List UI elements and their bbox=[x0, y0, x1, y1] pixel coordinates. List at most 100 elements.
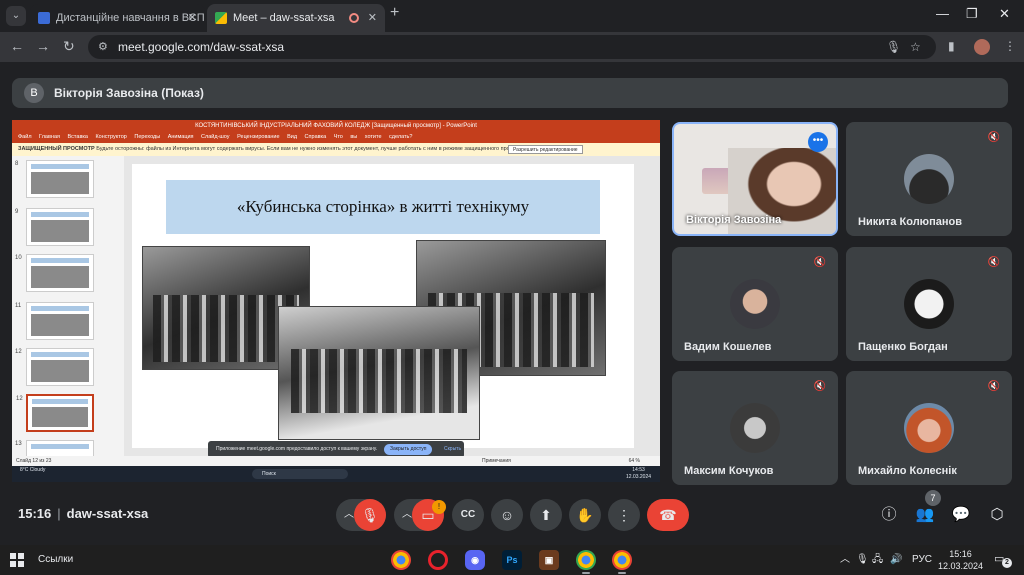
mic-off-button-icon[interactable]: 🎙 bbox=[354, 499, 386, 531]
reload-icon[interactable]: ↻ bbox=[63, 38, 75, 55]
slide-counter: Слайд 12 из 23 bbox=[16, 458, 52, 464]
window-close-icon[interactable]: ✕ bbox=[999, 6, 1010, 22]
presenter-avatar: В bbox=[24, 83, 44, 103]
back-icon[interactable]: ← bbox=[10, 38, 24, 54]
participant-tile[interactable]: 🔇 Пащенко Богдан bbox=[846, 247, 1012, 361]
side-panel-icon[interactable]: ▮ bbox=[948, 39, 955, 53]
system-clock[interactable]: 15:16 12.03.2024 bbox=[938, 548, 983, 572]
historic-photo-snow bbox=[278, 306, 480, 440]
camera-warning-badge: ! bbox=[432, 500, 446, 514]
protected-view-title: ЗАЩИЩЕННЫЙ ПРОСМОТР bbox=[18, 146, 95, 152]
participant-avatar bbox=[904, 154, 954, 204]
restore-icon[interactable]: ❐ bbox=[966, 6, 978, 22]
mic-permission-icon[interactable]: 🎙 bbox=[886, 35, 901, 59]
tab-label: Meet – daw-ssat-xsa bbox=[233, 12, 335, 24]
chrome-menu-icon[interactable]: ⋮ bbox=[1004, 39, 1016, 53]
participant-tile[interactable]: 🔇 Михайло Колеснік bbox=[846, 371, 1012, 485]
browser-tab-strip: ⌄ Дистанційне навчання в ВСП ✕ Meet – da… bbox=[0, 0, 1024, 32]
opera-icon[interactable] bbox=[428, 550, 448, 570]
chat-icon[interactable]: 💬 bbox=[950, 504, 972, 526]
bookmark-star-icon[interactable]: ☆ bbox=[910, 35, 921, 59]
participant-name: Максим Кочуков bbox=[684, 465, 774, 477]
tab-search-icon[interactable]: ⌄ bbox=[6, 6, 26, 26]
captions-button-icon[interactable]: CC bbox=[452, 499, 484, 531]
participant-tile-speaking[interactable]: ••• Вікторія Завозіна bbox=[672, 122, 838, 236]
tab-distance-learning[interactable]: Дистанційне навчання в ВСП ✕ bbox=[30, 4, 205, 32]
chrome-alt-icon[interactable] bbox=[576, 550, 596, 574]
photoshop-icon[interactable]: Ps bbox=[502, 550, 522, 570]
more-options-icon[interactable]: ⋮ bbox=[608, 499, 640, 531]
tray-network-icon[interactable]: 🖧 bbox=[872, 545, 883, 575]
share-notice-text: Приложение meet.google.com предоставило … bbox=[216, 446, 378, 452]
meeting-code: daw-ssat-xsa bbox=[66, 506, 149, 521]
slide-thumbnail: 10 bbox=[15, 254, 94, 292]
raise-hand-icon[interactable]: ✋ bbox=[569, 499, 601, 531]
present-screen-icon[interactable]: ⬆ bbox=[530, 499, 562, 531]
notification-icon[interactable]: ▭ 2 bbox=[994, 552, 1012, 568]
links-toolbar[interactable]: Ссылки bbox=[38, 545, 73, 575]
slide-title: «Кубинська сторінка» в житті технікуму bbox=[166, 180, 600, 234]
tray-chevron-icon[interactable]: ︿ bbox=[840, 545, 850, 575]
participant-avatar bbox=[904, 403, 954, 453]
tab-close-icon[interactable]: ✕ bbox=[368, 4, 377, 32]
mic-off-icon: 🔇 bbox=[987, 381, 1001, 392]
slide-thumbnail: 9 bbox=[15, 208, 94, 246]
windows-start-icon[interactable] bbox=[10, 553, 24, 567]
remote-taskbar: 8°C Cloudy Поиск 14:53 12.03.2024 bbox=[12, 466, 660, 482]
slide-thumbnail: 8 bbox=[15, 160, 94, 198]
participant-tile[interactable]: 🔇 Вадим Кошелев bbox=[672, 247, 838, 361]
participant-name: Михайло Колеснік bbox=[858, 465, 957, 477]
participant-avatar bbox=[730, 403, 780, 453]
stop-sharing-button: Закрыть доступ bbox=[384, 444, 433, 455]
mic-off-icon: 🔇 bbox=[987, 132, 1001, 143]
remote-clock: 14:53 12.03.2024 bbox=[626, 467, 652, 480]
leave-call-icon[interactable]: ☎ bbox=[647, 499, 689, 531]
participant-tile[interactable]: 🔇 Максим Кочуков bbox=[672, 371, 838, 485]
activities-icon[interactable]: ⬡ bbox=[986, 504, 1008, 526]
forward-icon[interactable]: → bbox=[36, 38, 50, 54]
discord-icon[interactable]: ◉ bbox=[465, 550, 485, 570]
mic-off-icon: 🔇 bbox=[813, 381, 827, 392]
address-bar[interactable]: ⚙ meet.google.com/daw-ssat-xsa 🎙 ☆ bbox=[88, 35, 936, 59]
tab-label: Дистанційне навчання в ВСП bbox=[56, 12, 205, 24]
meeting-info-icon[interactable]: ⓘ bbox=[878, 504, 900, 526]
meet-favicon-icon bbox=[215, 12, 227, 24]
windows-taskbar: Ссылки ◉ Ps ▣ ︿ 🎙 🖧 🔊 РУС 15:16 12.03.202… bbox=[0, 545, 1024, 575]
minimize-icon[interactable]: — bbox=[936, 6, 949, 21]
profile-avatar[interactable] bbox=[974, 39, 990, 55]
participant-name: Вадим Кошелев bbox=[684, 341, 772, 353]
more-options-icon[interactable]: ••• bbox=[808, 132, 828, 152]
site-info-icon[interactable]: ⚙ bbox=[98, 35, 108, 59]
slide-thumbnail-selected: 12 bbox=[16, 394, 94, 432]
tab-meet[interactable]: Meet – daw-ssat-xsa ✕ bbox=[207, 4, 385, 32]
mic-off-icon: 🔇 bbox=[987, 257, 1001, 268]
enable-editing-button: Разрешить редактирование bbox=[508, 145, 583, 154]
slide-thumbnail: 12 bbox=[15, 348, 94, 386]
people-icon[interactable]: 👥 bbox=[914, 504, 936, 526]
keyboard-language[interactable]: РУС bbox=[912, 545, 932, 575]
ppt-window-title: КОСТЯНТИНІВСЬКИЙ ІНДУСТРІАЛЬНИЙ ФАХОВИЙ … bbox=[12, 120, 660, 132]
shared-screen: КОСТЯНТИНІВСЬКИЙ ІНДУСТРІАЛЬНИЙ ФАХОВИЙ … bbox=[12, 120, 660, 482]
mic-control-group[interactable]: ︿ 🎙 bbox=[336, 499, 386, 531]
mic-options-chevron-icon[interactable]: ︿ bbox=[344, 499, 354, 531]
participant-name: Пащенко Богдан bbox=[858, 341, 948, 353]
camera-options-chevron-icon[interactable]: ︿ bbox=[402, 499, 412, 531]
tab-close-icon[interactable]: ✕ bbox=[188, 4, 197, 32]
tray-mic-icon[interactable]: 🎙 bbox=[856, 545, 869, 575]
participant-tile[interactable]: 🔇 Никита Колюпанов bbox=[846, 122, 1012, 236]
participant-name: Никита Колюпанов bbox=[858, 216, 962, 228]
protected-view-bar: ЗАЩИЩЕННЫЙ ПРОСМОТР Будьте осторожны: фа… bbox=[12, 143, 660, 156]
protected-view-text: Будьте осторожны: файлы из Интернета мог… bbox=[96, 146, 530, 152]
recording-indicator-icon bbox=[349, 13, 359, 23]
participant-avatar bbox=[730, 279, 780, 329]
site-favicon-icon bbox=[38, 12, 50, 24]
new-tab-icon[interactable]: + bbox=[390, 4, 399, 22]
participant-avatar bbox=[904, 279, 954, 329]
chrome-icon[interactable] bbox=[391, 550, 411, 570]
zoom-level: 64 % bbox=[628, 458, 640, 464]
emoji-reaction-icon[interactable]: ☺ bbox=[491, 499, 523, 531]
meeting-clock: 15:16 | daw-ssat-xsa bbox=[18, 506, 149, 521]
chrome-active-icon[interactable] bbox=[612, 550, 632, 574]
game-app-icon[interactable]: ▣ bbox=[539, 550, 559, 570]
tray-volume-icon[interactable]: 🔊 bbox=[890, 545, 902, 575]
